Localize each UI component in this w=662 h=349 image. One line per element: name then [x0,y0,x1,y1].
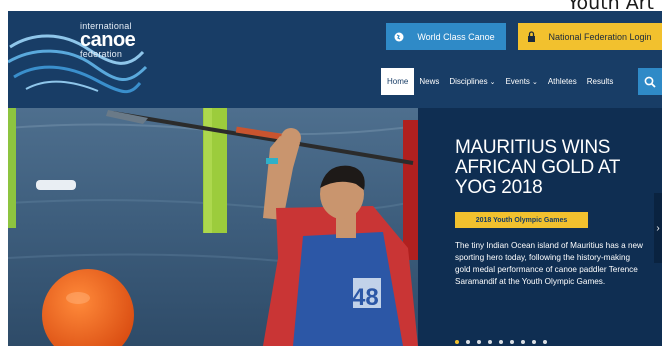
hero-summary: The tiny Indian Ocean island of Mauritiu… [455,241,643,286]
carousel-dot[interactable] [510,340,514,344]
nav-news-label: News [419,77,440,86]
nav-results[interactable]: Results [582,68,619,95]
hero-carousel: 48 MAURITIUS WINS AFRICAN GOLD AT YOG 20… [8,108,662,346]
main-nav: Home News Disciplines ⌄ Events ⌄ Athletes … [381,68,618,95]
hero-photo[interactable]: 48 [8,108,418,346]
carousel-dot[interactable] [488,340,492,344]
carousel-dot[interactable] [521,340,525,344]
carousel-dot[interactable] [466,340,470,344]
carousel-dot[interactable] [477,340,481,344]
logo-line-canoe: canoe [80,29,136,51]
lock-icon [518,31,544,42]
carousel-dot[interactable] [543,340,547,344]
world-class-canoe-label: World Class Canoe [417,31,495,42]
nav-home-label: Home [387,77,409,86]
nav-athletes-label: Athletes [547,77,577,86]
icf-logo[interactable]: international canoe federation [8,17,148,97]
carousel-next-arrow[interactable]: › [654,193,662,263]
search-button[interactable] [638,68,662,95]
carousel-dot[interactable] [532,340,536,344]
bib-number: 48 [352,284,379,311]
nav-disciplines[interactable]: Disciplines ⌄ [444,68,500,95]
chevron-down-icon: ⌄ [531,78,538,86]
carousel-dot[interactable] [455,340,459,344]
hero-text-panel: MAURITIUS WINS AFRICAN GOLD AT YOG 2018 … [418,108,662,346]
hero-category-tag[interactable]: 2018 Youth Olympic Games [455,212,588,228]
nav-events[interactable]: Events ⌄ [500,68,542,95]
nav-athletes[interactable]: Athletes [543,68,582,95]
nav-disciplines-label: Disciplines [449,77,488,86]
national-federation-login-button[interactable]: National Federation Login [518,23,662,50]
nav-events-label: Events [505,77,530,86]
chevron-down-icon: ⌄ [489,78,496,86]
nav-home[interactable]: Home [381,68,415,95]
search-icon [644,76,656,88]
carousel-dots [455,340,547,344]
world-class-canoe-button[interactable]: World Class Canoe [386,23,506,50]
site-header: international canoe federation World Cla… [8,11,662,108]
carousel-dot[interactable] [499,340,503,344]
national-federation-login-label: National Federation Login [548,31,652,42]
nav-results-label: Results [586,77,614,86]
hero-headline[interactable]: MAURITIUS WINS AFRICAN GOLD AT YOG 2018 [455,138,655,198]
globe-icon [386,32,412,42]
chevron-right-icon: › [656,222,660,234]
nav-news[interactable]: News [414,68,444,95]
site-page: international canoe federation World Cla… [8,11,662,346]
